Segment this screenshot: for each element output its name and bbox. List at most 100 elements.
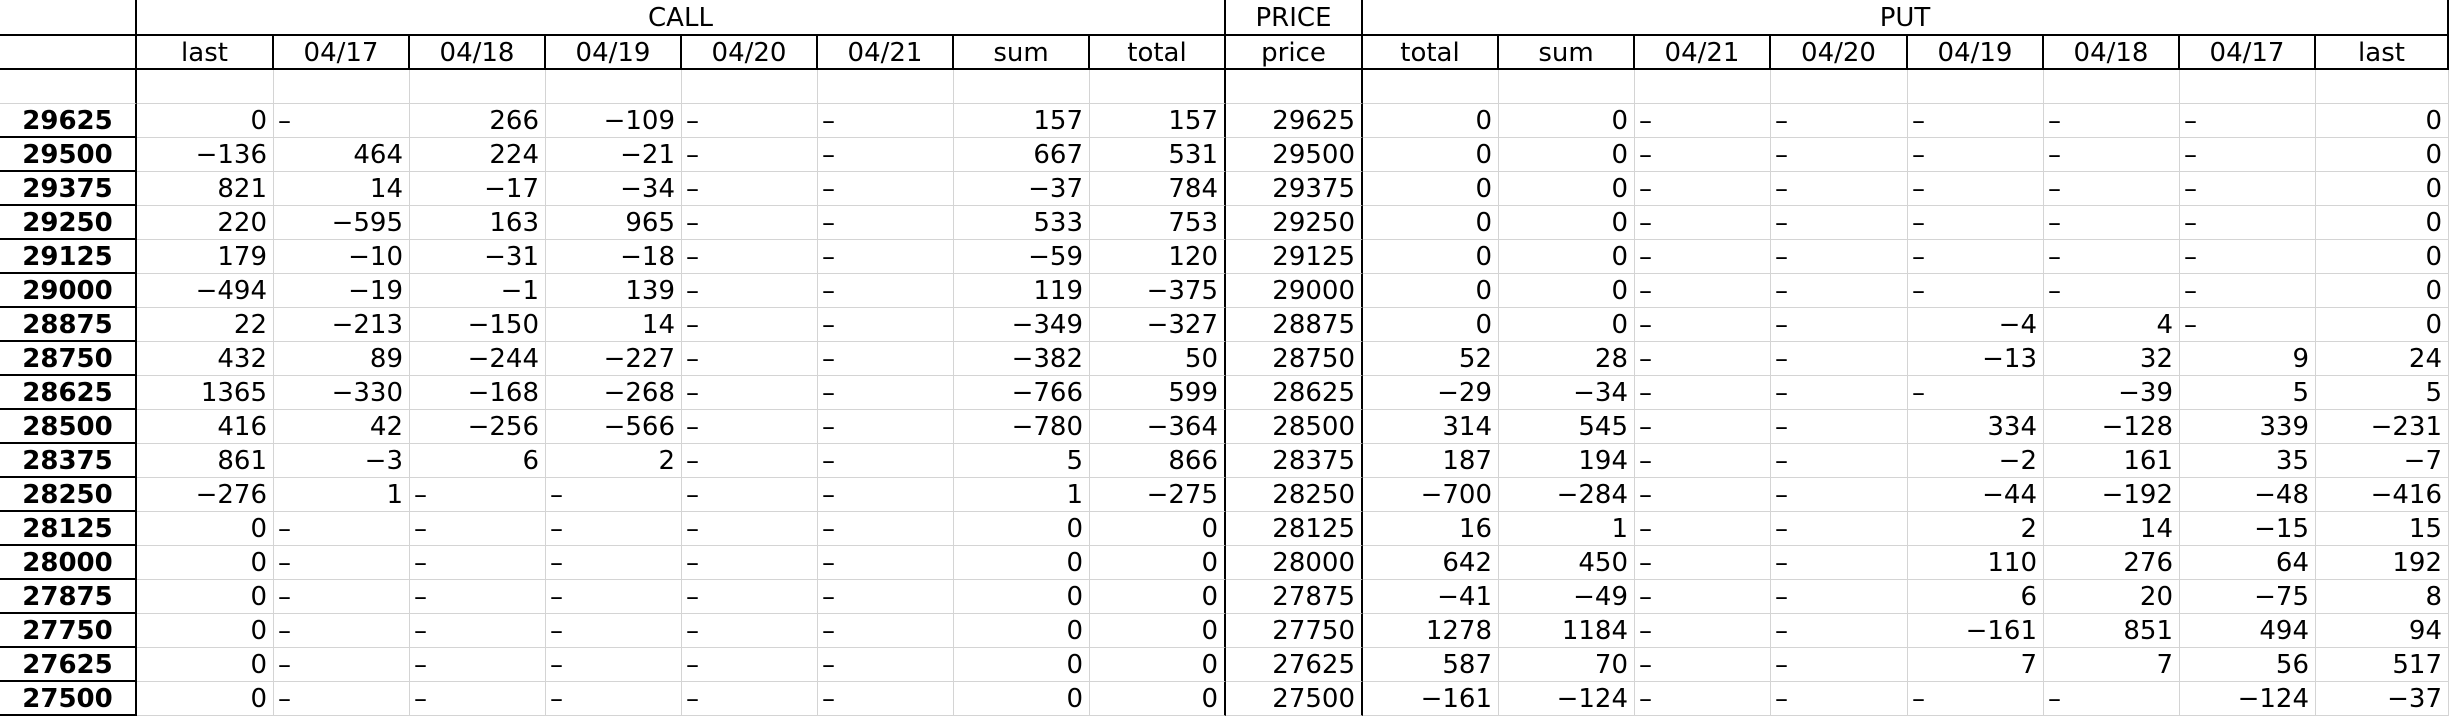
data-cell[interactable]: – [2180,172,2316,206]
data-cell[interactable]: – [818,308,954,342]
data-cell[interactable]: – [682,478,818,512]
data-cell[interactable]: −494 [137,274,274,308]
data-cell[interactable]: 0 [137,682,274,716]
data-cell[interactable]: −34 [546,172,682,206]
data-cell[interactable]: – [1635,172,1771,206]
data-cell[interactable]: 14 [274,172,410,206]
data-cell[interactable]: 533 [954,206,1090,240]
data-cell[interactable]: −37 [2316,682,2449,716]
data-cell[interactable]: −276 [137,478,274,512]
data-cell[interactable]: – [682,138,818,172]
data-cell[interactable]: – [1771,206,1908,240]
strike-label[interactable]: 29500 [0,138,137,172]
data-cell[interactable]: – [1635,206,1771,240]
data-cell[interactable]: 339 [2180,410,2316,444]
data-cell[interactable]: – [682,308,818,342]
data-cell[interactable]: 0 [954,682,1090,716]
strike-label[interactable]: 27875 [0,580,137,614]
data-cell[interactable]: 0 [2316,206,2449,240]
data-cell[interactable]: – [1908,206,2044,240]
data-cell[interactable]: 28375 [1226,444,1363,478]
data-cell[interactable]: −766 [954,376,1090,410]
spacer-cell[interactable] [954,70,1090,104]
data-cell[interactable]: – [682,104,818,138]
strike-label[interactable]: 28750 [0,342,137,376]
data-cell[interactable]: 0 [1090,682,1226,716]
data-cell[interactable]: – [682,410,818,444]
data-cell[interactable]: 0 [1363,104,1499,138]
spacer-cell[interactable] [1908,70,2044,104]
data-cell[interactable]: – [818,682,954,716]
data-cell[interactable]: 157 [954,104,1090,138]
data-cell[interactable]: 1 [1499,512,1635,546]
data-cell[interactable]: – [2180,138,2316,172]
data-cell[interactable]: −59 [954,240,1090,274]
data-cell[interactable]: −780 [954,410,1090,444]
data-cell[interactable]: – [818,376,954,410]
data-cell[interactable]: – [1771,410,1908,444]
data-cell[interactable]: – [546,512,682,546]
data-cell[interactable]: 494 [2180,614,2316,648]
data-cell[interactable]: 0 [1499,104,1635,138]
data-cell[interactable]: 599 [1090,376,1226,410]
data-cell[interactable]: −161 [1908,614,2044,648]
data-cell[interactable]: – [1771,478,1908,512]
data-cell[interactable]: 0 [137,546,274,580]
data-cell[interactable]: – [1635,682,1771,716]
data-cell[interactable]: −700 [1363,478,1499,512]
data-cell[interactable]: – [274,104,410,138]
data-cell[interactable]: – [1771,104,1908,138]
data-cell[interactable]: – [546,648,682,682]
data-cell[interactable]: −39 [2044,376,2180,410]
data-cell[interactable]: – [818,274,954,308]
data-cell[interactable]: −13 [1908,342,2044,376]
data-cell[interactable]: – [1635,648,1771,682]
strike-label[interactable]: 27750 [0,614,137,648]
data-cell[interactable]: −17 [410,172,546,206]
data-cell[interactable]: – [1908,172,2044,206]
data-cell[interactable]: 965 [546,206,682,240]
data-cell[interactable]: −284 [1499,478,1635,512]
data-cell[interactable]: −18 [546,240,682,274]
data-cell[interactable]: – [274,546,410,580]
data-cell[interactable]: −150 [410,308,546,342]
data-cell[interactable]: 28250 [1226,478,1363,512]
data-cell[interactable]: −10 [274,240,410,274]
spacer-cell[interactable] [1226,70,1363,104]
data-cell[interactable]: 0 [1090,648,1226,682]
data-cell[interactable]: 517 [2316,648,2449,682]
data-cell[interactable]: 110 [1908,546,2044,580]
data-cell[interactable]: −128 [2044,410,2180,444]
data-cell[interactable]: – [410,648,546,682]
spacer-cell[interactable] [137,70,274,104]
data-cell[interactable]: −109 [546,104,682,138]
data-cell[interactable]: – [1635,138,1771,172]
data-cell[interactable]: – [1771,308,1908,342]
data-cell[interactable]: 56 [2180,648,2316,682]
data-cell[interactable]: – [1771,444,1908,478]
data-cell[interactable]: 0 [954,580,1090,614]
data-cell[interactable]: 416 [137,410,274,444]
data-cell[interactable]: 851 [2044,614,2180,648]
data-cell[interactable]: −3 [274,444,410,478]
data-cell[interactable]: 194 [1499,444,1635,478]
data-cell[interactable]: 9 [2180,342,2316,376]
data-cell[interactable]: – [274,614,410,648]
data-cell[interactable]: −2 [1908,444,2044,478]
data-cell[interactable]: 14 [2044,512,2180,546]
data-cell[interactable]: 2 [546,444,682,478]
data-cell[interactable]: −231 [2316,410,2449,444]
data-cell[interactable]: – [546,682,682,716]
data-cell[interactable]: 120 [1090,240,1226,274]
data-cell[interactable]: – [682,546,818,580]
data-cell[interactable]: 29375 [1226,172,1363,206]
spacer-cell[interactable] [1363,70,1499,104]
data-cell[interactable]: −256 [410,410,546,444]
data-cell[interactable]: 28125 [1226,512,1363,546]
data-cell[interactable]: – [1771,172,1908,206]
data-cell[interactable]: −268 [546,376,682,410]
data-cell[interactable]: 1184 [1499,614,1635,648]
data-cell[interactable]: 0 [1499,274,1635,308]
strike-label[interactable]: 28000 [0,546,137,580]
spacer-cell[interactable] [682,70,818,104]
